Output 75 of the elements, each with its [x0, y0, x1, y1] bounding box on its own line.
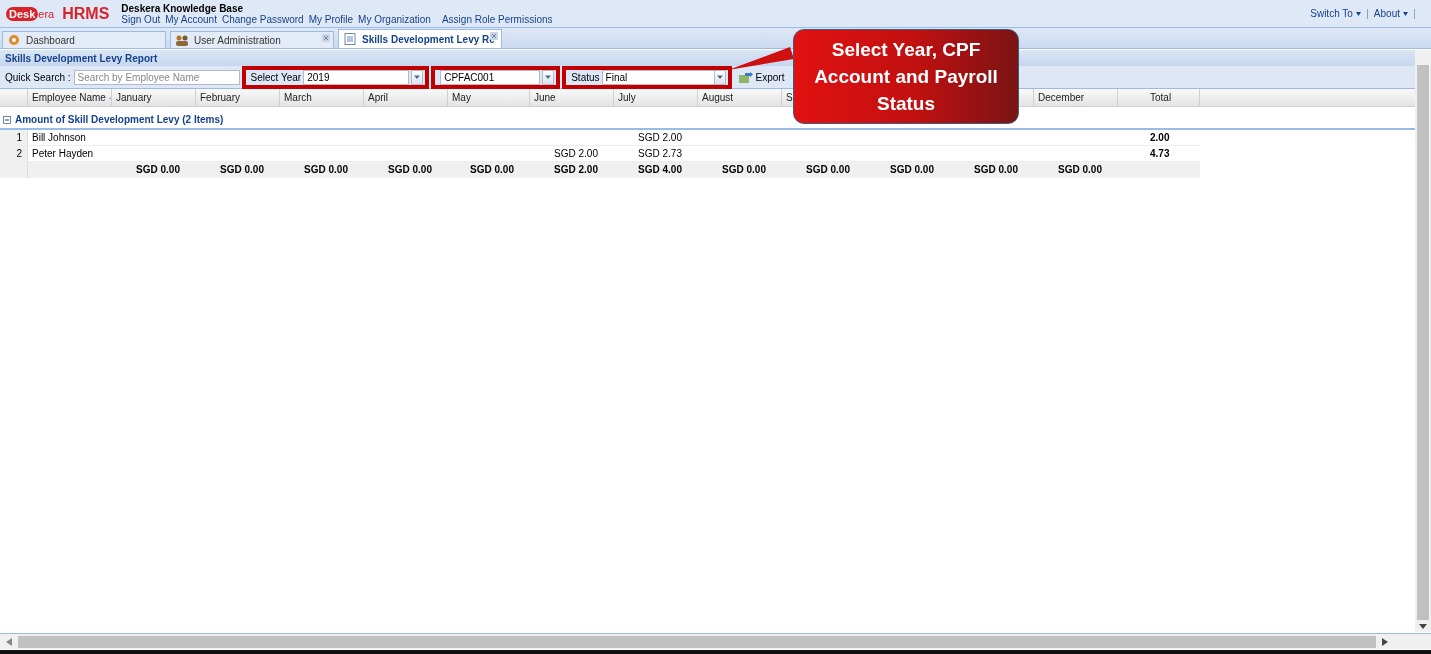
- summary-cell: SGD 0.00: [470, 164, 514, 175]
- table-cell-text: 2.00: [1149, 131, 1171, 145]
- caret-icon: [1403, 11, 1408, 16]
- menu-link[interactable]: About: [1373, 8, 1408, 19]
- column-header[interactable]: January: [116, 92, 152, 103]
- field-label: Select Year: [250, 71, 302, 83]
- header-link[interactable]: Sign Out: [121, 13, 161, 25]
- row-number: 1: [0, 130, 28, 145]
- horizontal-scrollbar[interactable]: [0, 633, 1431, 649]
- dropdown-trigger[interactable]: [542, 69, 555, 85]
- summary-cell: SGD 0.00: [1058, 164, 1102, 175]
- field-label: Status: [571, 71, 600, 83]
- scroll-right-icon[interactable]: [1382, 637, 1388, 646]
- account-field[interactable]: CPFAC001: [440, 69, 541, 85]
- row-number: 2: [0, 146, 28, 161]
- menu-link[interactable]: Switch To: [1310, 8, 1361, 19]
- table-cell: SGD 2.00: [554, 148, 598, 159]
- column-header[interactable]: February: [200, 92, 240, 103]
- caret-icon: [414, 74, 421, 80]
- vertical-scrollbar[interactable]: [1415, 50, 1431, 632]
- scroll-left-icon[interactable]: [6, 637, 12, 646]
- table-cell-text: Bill Johnson: [31, 131, 87, 145]
- summary-cell: SGD 2.00: [554, 164, 598, 175]
- app-title: Deskera Knowledge Base: [121, 2, 245, 14]
- logo-badge: Desk: [6, 6, 39, 21]
- document-icon: [343, 33, 357, 45]
- header-link[interactable]: Change Password: [221, 13, 304, 25]
- dashboard-icon: [7, 34, 21, 46]
- column-header[interactable]: April: [368, 92, 388, 103]
- table-cell-text: 4.73: [1149, 147, 1171, 161]
- summary-cell: SGD 0.00: [890, 164, 934, 175]
- summary-cell: SGD 0.00: [806, 164, 850, 175]
- summary-cell: SGD 0.00: [304, 164, 348, 175]
- year-field[interactable]: 2019: [303, 69, 410, 85]
- group-title: Amount of Skill Development Levy (2 Items): [15, 114, 224, 125]
- header-link[interactable]: My Account: [165, 13, 217, 25]
- column-header[interactable]: June: [534, 92, 556, 103]
- table-cell-text: Peter Hayden: [31, 147, 95, 161]
- column-header[interactable]: Total: [1150, 92, 1172, 103]
- caret-icon: [545, 74, 552, 80]
- column-header[interactable]: December: [1038, 92, 1085, 103]
- summary-cell: SGD 0.00: [220, 164, 264, 175]
- header-link[interactable]: My Profile: [308, 13, 354, 25]
- tab[interactable]: Dashboard: [2, 31, 166, 48]
- search-field[interactable]: Search by Employee Name: [73, 69, 240, 85]
- tab[interactable]: User Administration: [170, 31, 334, 48]
- export-icon: [738, 71, 753, 83]
- close-icon[interactable]: [322, 34, 330, 42]
- caret-icon: [716, 74, 723, 80]
- summary-cell: SGD 0.00: [136, 164, 180, 175]
- caret-icon: [1355, 11, 1361, 16]
- export-button[interactable]: Export: [735, 69, 788, 85]
- dropdown-trigger[interactable]: [411, 69, 424, 85]
- column-header[interactable]: August: [702, 92, 734, 103]
- users-icon: [175, 34, 189, 46]
- summary-cell: SGD 0.00: [722, 164, 766, 175]
- column-header[interactable]: March: [284, 92, 312, 103]
- summary-cell: SGD 4.00: [638, 164, 682, 175]
- column-header[interactable]: Employee Name: [32, 92, 106, 103]
- header-link[interactable]: Assign Role Permissions: [441, 13, 553, 25]
- callout-pointer: [728, 47, 794, 71]
- column-header[interactable]: July: [618, 92, 636, 103]
- collapse-icon[interactable]: [3, 115, 11, 124]
- header-link[interactable]: My Organization: [358, 13, 431, 25]
- logo-text: era: [38, 7, 55, 20]
- table-cell: SGD 2.00: [638, 132, 682, 143]
- table-cell: SGD 2.73: [638, 148, 682, 159]
- scroll-down-icon[interactable]: [1419, 624, 1427, 629]
- column-header[interactable]: S: [786, 92, 793, 103]
- summary-cell: SGD 0.00: [388, 164, 432, 175]
- search-label: Quick Search :: [5, 71, 71, 83]
- column-header[interactable]: May: [452, 92, 471, 103]
- callout: Select Year, CPF Account and Payroll Status: [793, 29, 1019, 124]
- summary-cell: SGD 0.00: [974, 164, 1018, 175]
- product-name: HRMS: [62, 4, 110, 23]
